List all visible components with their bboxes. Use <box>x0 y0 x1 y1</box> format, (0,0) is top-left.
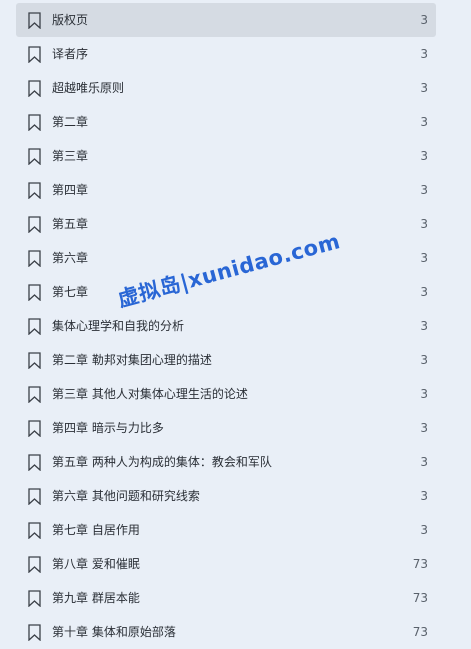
bookmark-page-number: 3 <box>420 489 428 503</box>
bookmark-page-number: 3 <box>420 353 428 367</box>
bookmark-page-number: 3 <box>420 13 428 27</box>
bookmark-title: 第三章 其他人对集体心理生活的论述 <box>52 387 248 401</box>
bookmark-page-number: 3 <box>420 183 428 197</box>
bookmark-title: 第八章 爱和催眠 <box>52 557 140 571</box>
bookmark-title: 第九章 群居本能 <box>52 591 140 605</box>
bookmark-page-number: 3 <box>420 455 428 469</box>
bookmark-icon[interactable] <box>28 624 41 641</box>
bookmark-page-number: 3 <box>420 115 428 129</box>
bookmark-icon[interactable] <box>28 386 41 403</box>
bookmark-icon[interactable] <box>28 114 41 131</box>
bookmark-title: 第三章 <box>52 149 89 163</box>
bookmark-title: 第七章 <box>52 285 89 299</box>
bookmark-icon[interactable] <box>28 522 41 539</box>
bookmark-page-number: 3 <box>420 149 428 163</box>
bookmark-list: 版权页 3 译者序 3 超越唯乐原则 3 第二章 3 第三章 3 第四章 3 第… <box>16 3 436 649</box>
bookmark-title: 第四章 暗示与力比多 <box>52 421 164 435</box>
bookmark-page-number: 3 <box>420 421 428 435</box>
bookmark-panel: 版权页 3 译者序 3 超越唯乐原则 3 第二章 3 第三章 3 第四章 3 第… <box>0 0 471 649</box>
bookmark-page-number: 3 <box>420 251 428 265</box>
bookmark-page-number: 73 <box>412 625 428 639</box>
bookmark-title: 版权页 <box>52 13 89 27</box>
bookmark-icon[interactable] <box>28 216 41 233</box>
bookmark-icon[interactable] <box>28 182 41 199</box>
bookmark-item[interactable]: 超越唯乐原则 3 <box>16 71 436 105</box>
bookmark-icon[interactable] <box>28 80 41 97</box>
bookmark-title: 第五章 两种人为构成的集体：教会和军队 <box>52 455 272 469</box>
bookmark-item[interactable]: 第七章 3 <box>16 275 436 309</box>
bookmark-icon[interactable] <box>28 284 41 301</box>
bookmark-item[interactable]: 第三章 3 <box>16 139 436 173</box>
bookmark-title: 第二章 <box>52 115 89 129</box>
bookmark-item[interactable]: 第九章 群居本能 73 <box>16 581 436 615</box>
bookmark-item[interactable]: 第八章 爱和催眠 73 <box>16 547 436 581</box>
bookmark-item[interactable]: 第三章 其他人对集体心理生活的论述 3 <box>16 377 436 411</box>
bookmark-icon[interactable] <box>28 46 41 63</box>
bookmark-icon[interactable] <box>28 318 41 335</box>
bookmark-title: 第二章 勒邦对集团心理的描述 <box>52 353 212 367</box>
bookmark-page-number: 3 <box>420 285 428 299</box>
bookmark-title: 集体心理学和自我的分析 <box>52 319 185 333</box>
bookmark-item[interactable]: 第七章 自居作用 3 <box>16 513 436 547</box>
bookmark-item[interactable]: 第四章 暗示与力比多 3 <box>16 411 436 445</box>
bookmark-item[interactable]: 集体心理学和自我的分析 3 <box>16 309 436 343</box>
bookmark-icon[interactable] <box>28 250 41 267</box>
bookmark-item[interactable]: 第五章 两种人为构成的集体：教会和军队 3 <box>16 445 436 479</box>
bookmark-item[interactable]: 第五章 3 <box>16 207 436 241</box>
bookmark-icon[interactable] <box>28 352 41 369</box>
bookmark-icon[interactable] <box>28 488 41 505</box>
bookmark-page-number: 3 <box>420 523 428 537</box>
bookmark-title: 第五章 <box>52 217 89 231</box>
bookmark-title: 第十章 集体和原始部落 <box>52 625 176 639</box>
bookmark-title: 第六章 <box>52 251 89 265</box>
bookmark-page-number: 3 <box>420 387 428 401</box>
bookmark-item[interactable]: 版权页 3 <box>16 3 436 37</box>
bookmark-icon[interactable] <box>28 590 41 607</box>
bookmark-item[interactable]: 第四章 3 <box>16 173 436 207</box>
bookmark-page-number: 3 <box>420 319 428 333</box>
bookmark-item[interactable]: 第二章 勒邦对集团心理的描述 3 <box>16 343 436 377</box>
bookmark-title: 第七章 自居作用 <box>52 523 140 537</box>
bookmark-title: 超越唯乐原则 <box>52 81 125 95</box>
bookmark-icon[interactable] <box>28 420 41 437</box>
bookmark-item[interactable]: 第六章 3 <box>16 241 436 275</box>
bookmark-item[interactable]: 第二章 3 <box>16 105 436 139</box>
bookmark-item[interactable]: 译者序 3 <box>16 37 436 71</box>
bookmark-icon[interactable] <box>28 148 41 165</box>
bookmark-icon[interactable] <box>28 556 41 573</box>
bookmark-title: 第六章 其他问题和研究线索 <box>52 489 200 503</box>
bookmark-page-number: 73 <box>412 557 428 571</box>
bookmark-page-number: 3 <box>420 81 428 95</box>
bookmark-title: 译者序 <box>52 47 89 61</box>
bookmark-page-number: 3 <box>420 47 428 61</box>
bookmark-page-number: 73 <box>412 591 428 605</box>
bookmark-page-number: 3 <box>420 217 428 231</box>
bookmark-item[interactable]: 第六章 其他问题和研究线索 3 <box>16 479 436 513</box>
bookmark-item[interactable]: 第十章 集体和原始部落 73 <box>16 615 436 649</box>
bookmark-title: 第四章 <box>52 183 89 197</box>
bookmark-icon[interactable] <box>28 454 41 471</box>
bookmark-icon[interactable] <box>28 12 41 29</box>
